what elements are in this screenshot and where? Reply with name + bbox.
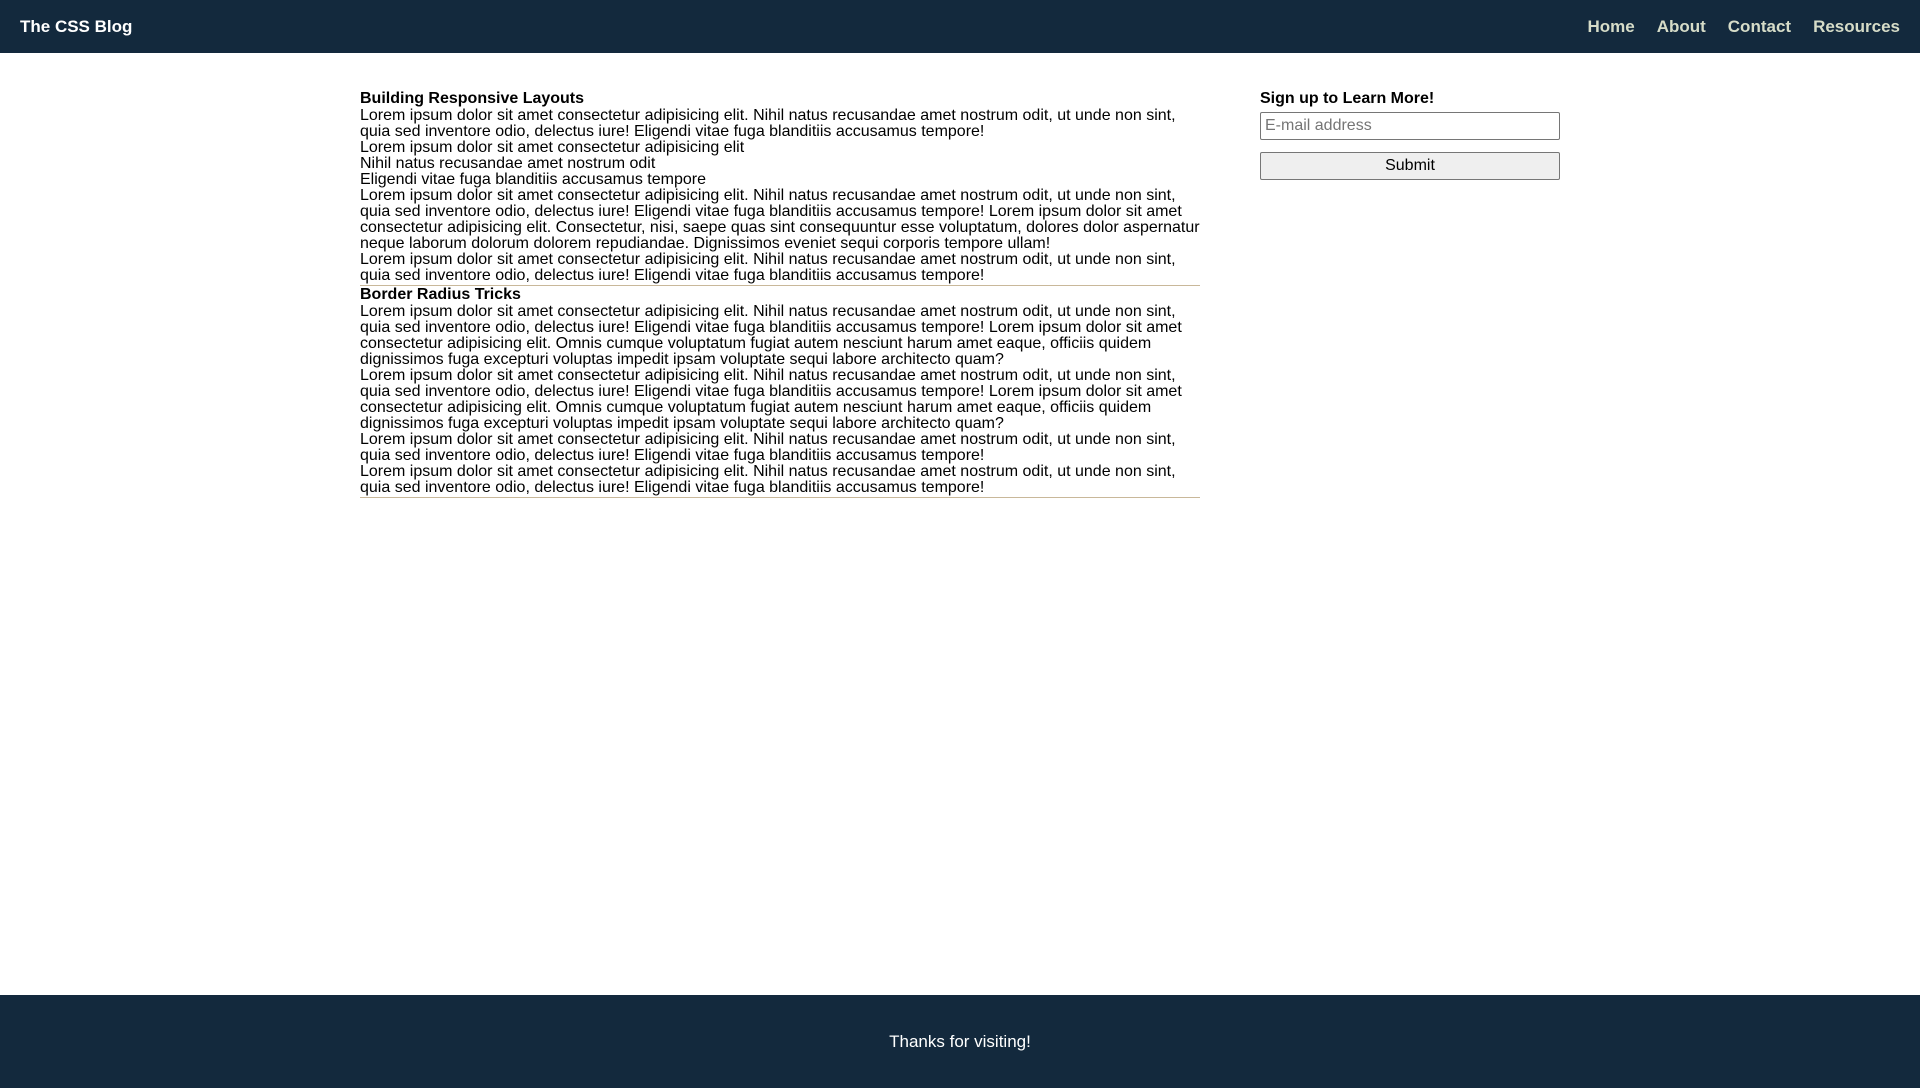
- post-paragraph: Lorem ipsum dolor sit amet consectetur a…: [360, 431, 1176, 464]
- post-title: Border Radius Tricks: [360, 286, 521, 303]
- main-content: Building Responsive Layouts Lorem ipsum …: [360, 90, 1200, 498]
- footer-text: Thanks for visiting!: [889, 1031, 1031, 1051]
- site-brand[interactable]: The CSS Blog: [20, 17, 132, 37]
- nav-about-link[interactable]: About: [1657, 17, 1706, 37]
- post-paragraph: Lorem ipsum dolor sit amet consectetur a…: [360, 303, 1182, 368]
- blog-post: Border Radius Tricks Lorem ipsum dolor s…: [360, 286, 1200, 498]
- post-paragraph: Eligendi vitae fuga blanditiis accusamus…: [360, 171, 706, 188]
- site-footer: Thanks for visiting!: [0, 995, 1920, 1088]
- blog-post: Building Responsive Layouts Lorem ipsum …: [360, 90, 1200, 286]
- signup-sidebar: Sign up to Learn More! Submit: [1260, 90, 1560, 180]
- post-paragraph: Lorem ipsum dolor sit amet consectetur a…: [360, 187, 1200, 252]
- post-paragraph: Lorem ipsum dolor sit amet consectetur a…: [360, 367, 1182, 432]
- site-header: The CSS Blog Home About Contact Resource…: [0, 0, 1920, 53]
- post-paragraph: Lorem ipsum dolor sit amet consectetur a…: [360, 139, 745, 156]
- signup-heading: Sign up to Learn More!: [1260, 90, 1435, 107]
- post-paragraph: Nihil natus recusandae amet nostrum odit: [360, 155, 656, 172]
- post-paragraph: Lorem ipsum dolor sit amet consectetur a…: [360, 251, 1176, 284]
- submit-button[interactable]: Submit: [1260, 152, 1560, 180]
- post-paragraph: Lorem ipsum dolor sit amet consectetur a…: [360, 463, 1176, 496]
- main-nav: Home About Contact Resources: [1587, 17, 1900, 37]
- email-field[interactable]: [1260, 112, 1560, 140]
- post-paragraph: Lorem ipsum dolor sit amet consectetur a…: [360, 107, 1176, 140]
- nav-resources-link[interactable]: Resources: [1813, 17, 1900, 37]
- nav-contact-link[interactable]: Contact: [1728, 17, 1791, 37]
- post-title: Building Responsive Layouts: [360, 90, 585, 107]
- nav-home-link[interactable]: Home: [1587, 17, 1634, 37]
